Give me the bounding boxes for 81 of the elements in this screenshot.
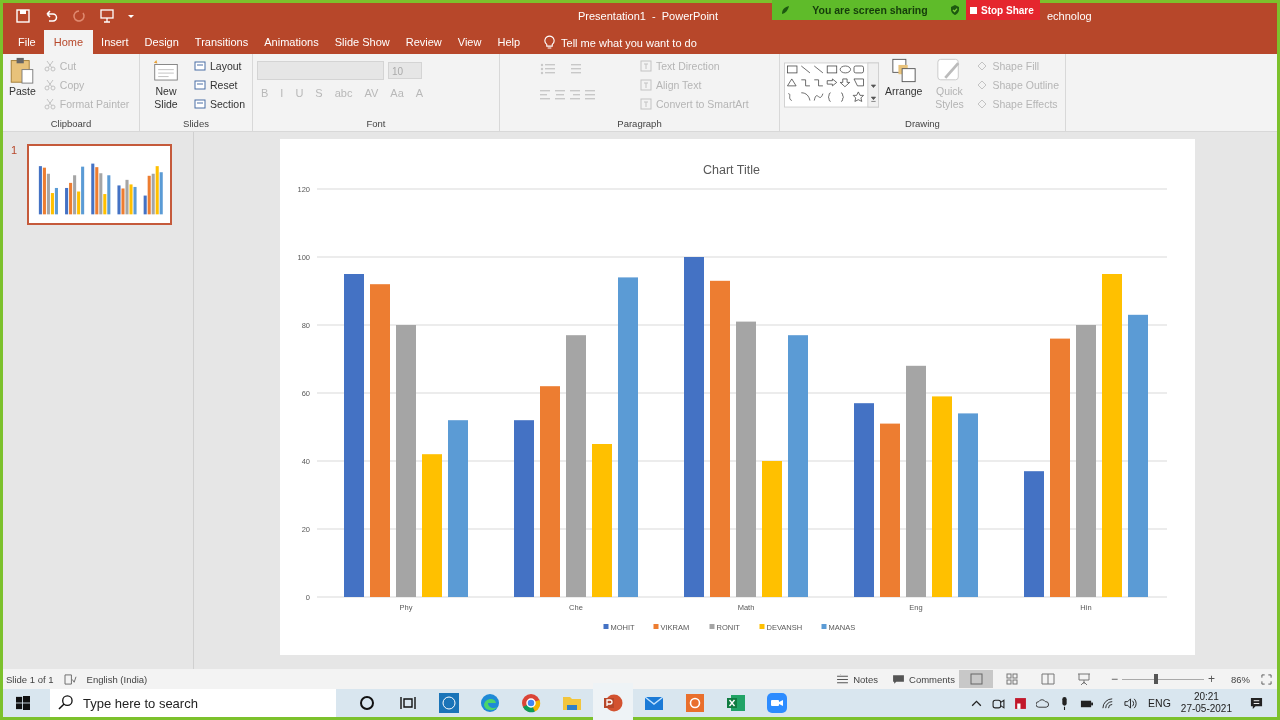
comment-icon — [892, 673, 905, 685]
text-box-icon — [640, 78, 652, 91]
scissors-icon — [43, 78, 56, 91]
slide-icon — [153, 57, 179, 84]
diamond-icon — [976, 59, 989, 72]
group-label: Slides — [182, 118, 210, 131]
window-title: Presentation1 - PowerPoint — [578, 9, 719, 22]
notification-icon[interactable] — [1250, 696, 1263, 710]
ribbon-tab[interactable]: Home — [43, 30, 94, 54]
stop-share-button[interactable]: Stop Share — [966, 0, 1040, 20]
text-box-icon — [640, 59, 652, 72]
presenter-icon[interactable] — [100, 8, 114, 23]
slide-thumbnail[interactable] — [27, 144, 173, 225]
ribbon-tab[interactable]: File — [10, 30, 44, 54]
video-camera-icon[interactable] — [767, 693, 787, 713]
customize-icon[interactable] — [128, 12, 134, 19]
group-label: Font — [365, 118, 387, 131]
save-icon[interactable] — [16, 8, 30, 23]
arrange-icon — [890, 57, 917, 84]
slide-number: 1 — [11, 144, 18, 158]
windows-start-icon[interactable] — [16, 696, 30, 710]
spellcheck-icon[interactable] — [63, 673, 77, 685]
leaf-icon — [780, 5, 790, 15]
ribbon-tab[interactable]: Transitions — [186, 30, 257, 54]
square-logo-icon[interactable] — [439, 693, 459, 713]
normal-view-icon[interactable] — [958, 670, 993, 688]
layout-icon — [194, 59, 206, 72]
share-status: You are screen sharing — [812, 4, 928, 16]
mail-icon[interactable] — [644, 693, 664, 713]
group-label: Drawing — [904, 118, 941, 131]
browser-icon[interactable] — [521, 693, 541, 713]
browser-icon[interactable] — [480, 693, 500, 713]
lines-icon — [836, 673, 850, 685]
shield-check-icon — [950, 5, 960, 15]
ribbon-tab[interactable]: Help — [489, 30, 529, 54]
group-label: Paragraph — [616, 118, 663, 131]
arrange-button[interactable]: Arrange — [883, 57, 925, 118]
shapes-gallery[interactable] — [784, 59, 880, 111]
ribbon-tab[interactable]: Design — [136, 30, 187, 54]
notes-button[interactable]: Notes — [834, 673, 880, 685]
taskbar-search-field[interactable]: Type here to search — [50, 689, 336, 717]
font-name-field[interactable] — [257, 61, 384, 80]
language-status[interactable]: English (India) — [86, 673, 148, 685]
scissors-icon — [43, 97, 56, 110]
clipboard-icon — [9, 57, 36, 84]
input-language[interactable]: ENG — [1148, 697, 1171, 709]
lightbulb-icon — [544, 35, 556, 50]
cloud-icon[interactable] — [1036, 696, 1050, 710]
fit-to-window-icon[interactable] — [1260, 673, 1273, 685]
paste-button[interactable]: Paste — [7, 57, 38, 118]
new-slide-button[interactable]: New Slide — [144, 57, 188, 118]
ribbon-tab[interactable]: Review — [397, 30, 450, 54]
ribbon-tab[interactable]: Slide Show — [326, 30, 398, 54]
layout-icon — [194, 97, 206, 110]
layout-icon — [194, 78, 206, 91]
group-label: Clipboard — [49, 118, 93, 131]
tell-me-field[interactable]: Tell me what you want to do — [561, 32, 742, 54]
ribbon-tab[interactable]: Insert — [93, 30, 137, 54]
comments-button[interactable]: Comments — [890, 673, 957, 685]
text-box-icon — [640, 97, 652, 110]
spreadsheet-app-icon[interactable] — [726, 693, 746, 713]
clock-date[interactable]: 27-05-2021 — [1180, 703, 1232, 715]
chart-title: Chart Title — [703, 163, 760, 177]
circle-icon[interactable] — [357, 693, 377, 713]
ribbon-tab[interactable]: View — [449, 30, 490, 54]
slide-counter: Slide 1 of 1 — [6, 673, 54, 685]
ribbon-tab[interactable]: Animations — [256, 30, 327, 54]
zoom-in-button[interactable]: + — [1207, 672, 1215, 686]
undo-icon[interactable] — [44, 8, 58, 23]
camera-app-icon[interactable] — [685, 693, 705, 713]
clock-time[interactable]: 20:21 — [1193, 691, 1219, 703]
slides-command[interactable]: Layout — [192, 57, 248, 74]
slides-command[interactable]: Reset — [192, 76, 248, 93]
speaker-icon[interactable] — [1124, 696, 1138, 710]
scissors-icon — [43, 59, 56, 72]
title-fragment: echnolog — [1047, 9, 1092, 22]
slides-command[interactable]: Section — [192, 95, 248, 112]
diamond-icon — [976, 78, 989, 91]
diamond-icon — [976, 97, 989, 110]
zoom-out-button[interactable]: − — [1110, 672, 1118, 686]
zoom-level[interactable]: 86% — [1231, 673, 1250, 685]
